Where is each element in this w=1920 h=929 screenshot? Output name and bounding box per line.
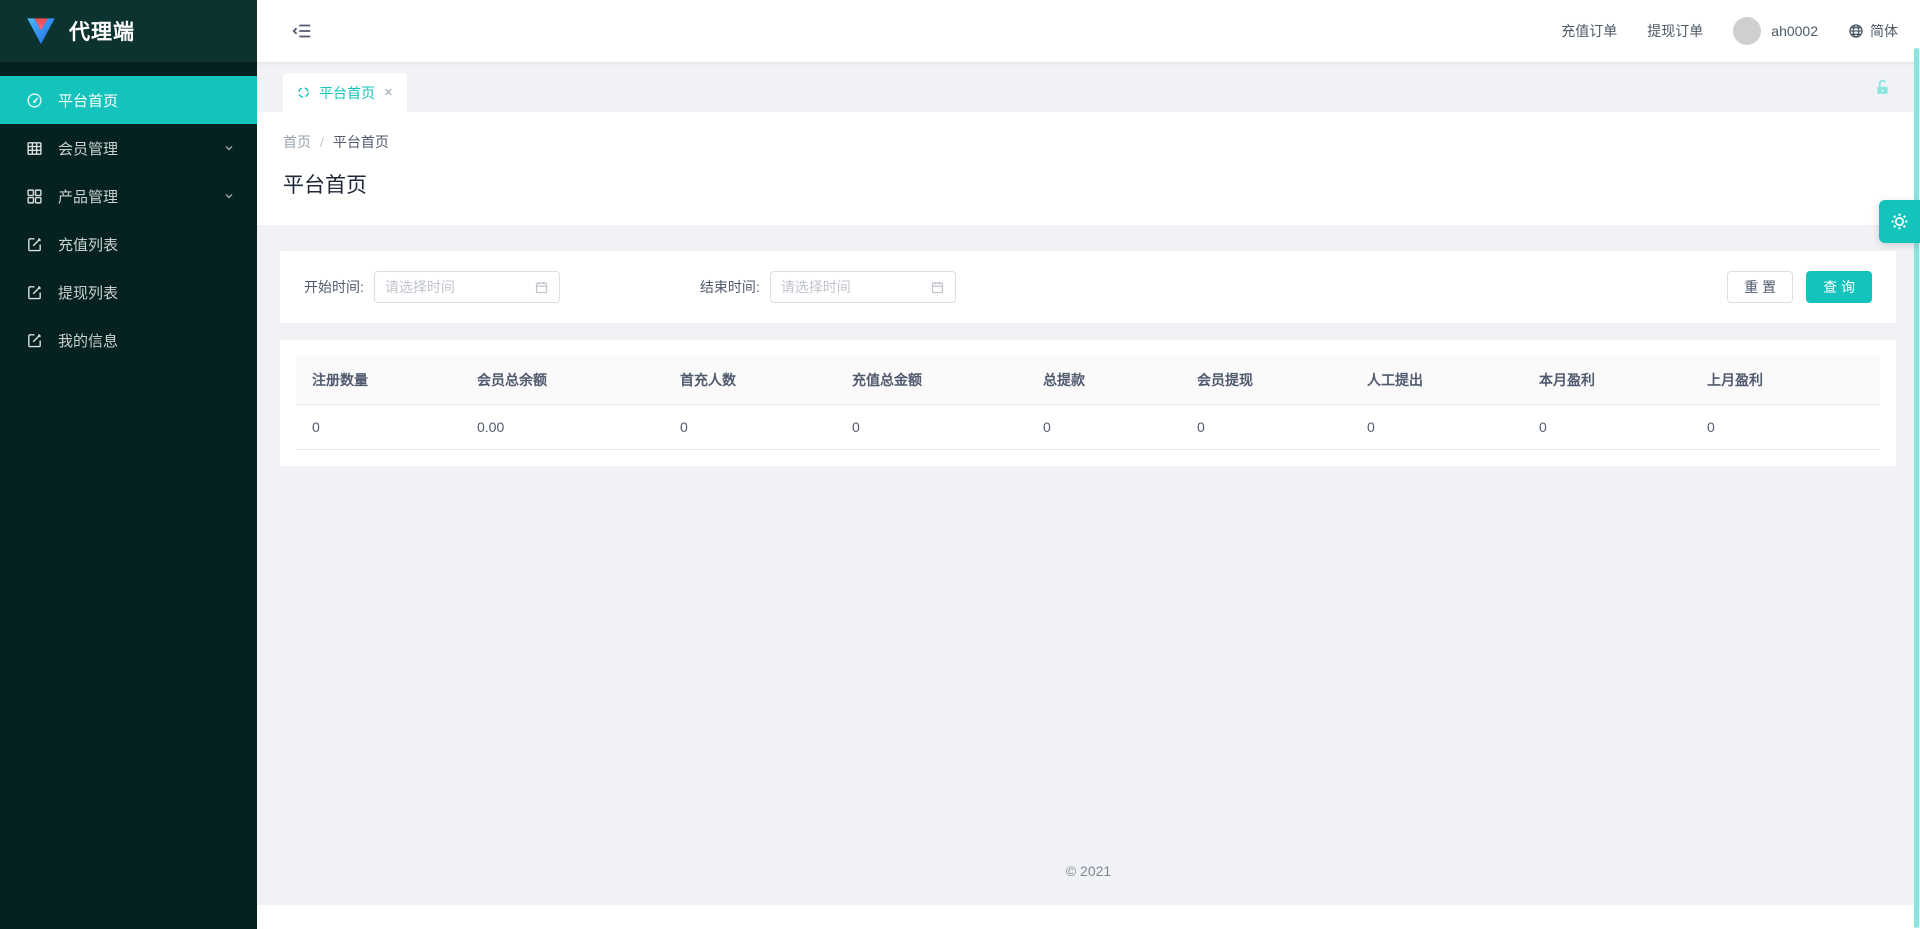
withdraw-orders-link[interactable]: 提现订单: [1647, 21, 1703, 41]
sidebar-item-my-info[interactable]: 我的信息: [0, 316, 257, 364]
sidebar-item-label: 会员管理: [58, 138, 118, 159]
sidebar-menu: 平台首页 会员管理: [0, 62, 257, 364]
table-cell: 0: [836, 405, 1027, 449]
end-time-field[interactable]: [781, 279, 922, 295]
end-time-input[interactable]: [770, 271, 956, 303]
user-menu[interactable]: ah0002: [1733, 17, 1818, 45]
tabbar: 平台首页 ×: [257, 62, 1920, 112]
table-header-row: 注册数量 会员总余额 首充人数 充值总金额 总提款 会员提现 人工提出 本月盈利…: [296, 356, 1880, 405]
column-header: 会员总余额: [461, 356, 664, 404]
table-cell: 0: [664, 405, 836, 449]
start-time-label: 开始时间:: [304, 277, 364, 297]
column-header: 首充人数: [664, 356, 836, 404]
language-label: 简体: [1870, 21, 1898, 41]
sidebar: 代理端 平台首页 会员管理: [0, 0, 257, 929]
footer: © 2021: [257, 863, 1920, 905]
table-cell: 0: [1351, 405, 1523, 449]
column-header: 会员提现: [1181, 356, 1351, 404]
sidebar-logo: 代理端: [0, 0, 257, 62]
end-time-group: 结束时间:: [700, 271, 956, 303]
app-root: 代理端 平台首页 会员管理: [0, 0, 1920, 929]
main-area: 充值订单 提现订单 ah0002 简体: [257, 0, 1920, 929]
calendar-icon: [930, 280, 945, 295]
column-header: 人工提出: [1351, 356, 1523, 404]
refresh-icon[interactable]: [297, 86, 310, 99]
close-icon[interactable]: ×: [384, 85, 393, 100]
column-header: 充值总金额: [836, 356, 1027, 404]
topbar-right: 充值订单 提现订单 ah0002 简体: [1561, 17, 1898, 45]
topbar: 充值订单 提现订单 ah0002 简体: [257, 0, 1920, 62]
table-cell: 0: [1523, 405, 1691, 449]
table-cell: 0: [1181, 405, 1351, 449]
page-header: 首页 / 平台首页 平台首页: [257, 112, 1920, 225]
table-cell: 0: [1691, 405, 1880, 449]
grid-icon: [26, 188, 43, 205]
stats-table-card: 注册数量 会员总余额 首充人数 充值总金额 总提款 会员提现 人工提出 本月盈利…: [280, 340, 1896, 466]
breadcrumb-home[interactable]: 首页: [283, 132, 311, 152]
breadcrumb: 首页 / 平台首页: [283, 132, 1894, 152]
sidebar-item-withdraw-list[interactable]: 提现列表: [0, 268, 257, 316]
column-header: 本月盈利: [1523, 356, 1691, 404]
edit-icon: [26, 284, 43, 301]
start-time-group: 开始时间:: [304, 271, 560, 303]
table-cell: 0.00: [461, 405, 664, 449]
start-time-input[interactable]: [374, 271, 560, 303]
table-cell: 0: [296, 405, 461, 449]
username: ah0002: [1771, 23, 1818, 39]
filter-card: 开始时间: 结束时间:: [280, 251, 1896, 323]
column-header: 上月盈利: [1691, 356, 1880, 404]
sidebar-item-label: 充值列表: [58, 234, 118, 255]
copyright-year: 2021: [1080, 863, 1111, 879]
table-row: 0 0.00 0 0 0 0 0 0 0: [296, 405, 1880, 450]
edit-icon: [26, 236, 43, 253]
tab-platform-home[interactable]: 平台首页 ×: [283, 73, 407, 112]
menu-fold-icon[interactable]: [291, 20, 313, 42]
table-cell: 0: [1027, 405, 1181, 449]
calendar-icon: [534, 280, 549, 295]
sidebar-item-platform-home[interactable]: 平台首页: [0, 76, 257, 124]
avatar: [1733, 17, 1761, 45]
column-header: 总提款: [1027, 356, 1181, 404]
reset-button[interactable]: 重 置: [1727, 271, 1793, 303]
sidebar-item-label: 我的信息: [58, 330, 118, 351]
table-icon: [26, 140, 43, 157]
start-time-field[interactable]: [385, 279, 526, 295]
dashboard-icon: [26, 92, 43, 109]
globe-icon: [1848, 23, 1864, 39]
sidebar-item-label: 平台首页: [58, 90, 118, 111]
content: 首页 / 平台首页 平台首页 开始时间:: [257, 112, 1920, 929]
query-button[interactable]: 查 询: [1806, 271, 1872, 303]
unlock-icon[interactable]: [1873, 78, 1892, 97]
app-title: 代理端: [69, 16, 135, 46]
tab-label: 平台首页: [319, 83, 375, 103]
breadcrumb-separator: /: [320, 134, 324, 150]
chevron-down-icon: [223, 190, 235, 202]
language-switcher[interactable]: 简体: [1848, 21, 1898, 41]
vue-logo-icon: [26, 18, 56, 45]
scrollbar[interactable]: [1914, 48, 1919, 928]
column-header: 注册数量: [296, 356, 461, 404]
sidebar-item-recharge-list[interactable]: 充值列表: [0, 220, 257, 268]
edit-icon: [26, 332, 43, 349]
gear-icon: [1889, 211, 1910, 232]
page-title: 平台首页: [283, 169, 1894, 199]
copyright-icon: ©: [1066, 863, 1076, 879]
end-time-label: 结束时间:: [700, 277, 760, 297]
sidebar-item-product-management[interactable]: 产品管理: [0, 172, 257, 220]
breadcrumb-current: 平台首页: [333, 132, 389, 152]
sidebar-item-label: 产品管理: [58, 186, 118, 207]
bottom-strip: [257, 905, 1920, 929]
chevron-down-icon: [223, 142, 235, 154]
sidebar-item-label: 提现列表: [58, 282, 118, 303]
settings-button[interactable]: [1879, 200, 1920, 243]
sidebar-item-member-management[interactable]: 会员管理: [0, 124, 257, 172]
filter-actions: 重 置 查 询: [1727, 271, 1872, 303]
recharge-orders-link[interactable]: 充值订单: [1561, 21, 1617, 41]
